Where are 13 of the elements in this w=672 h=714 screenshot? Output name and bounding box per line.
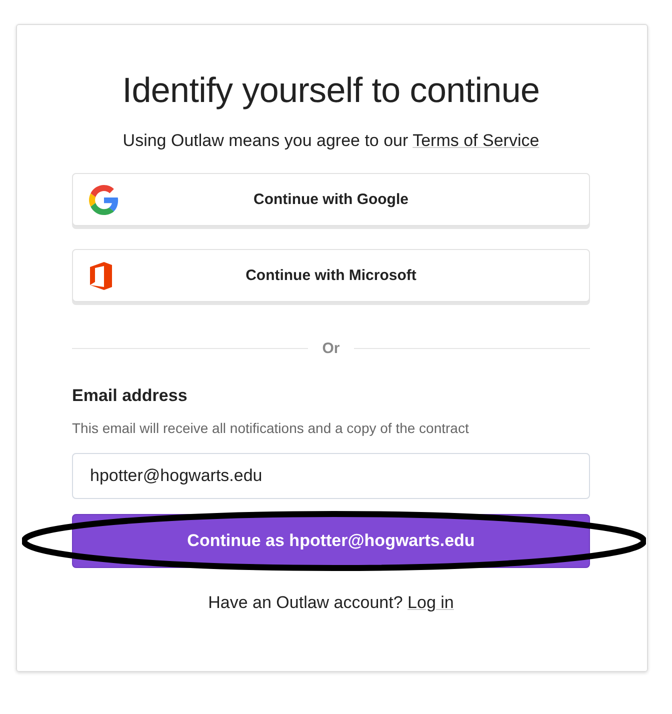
terms-link[interactable]: Terms of Service: [412, 131, 540, 150]
login-prompt: Have an Outlaw account? Log in: [207, 593, 455, 613]
sign-in-button[interactable]: Continue with Google: [72, 173, 590, 226]
office-logo-icon: [89, 262, 113, 290]
divider-label: Or: [322, 340, 340, 357]
terms-text: Using Outlaw means you agree to our Terms of Service: [122, 131, 540, 151]
email-field[interactable]: hpotter@hogwarts.edu: [72, 453, 590, 499]
google-logo-icon: [89, 184, 119, 214]
email-hint: This email will receive all notifications and a copy of the contract: [72, 420, 470, 436]
email-label: Email address: [72, 386, 188, 406]
login-link[interactable]: Log in: [408, 593, 454, 612]
sign-in-button[interactable]: Continue with Microsoft: [72, 249, 590, 302]
page-title: Identify yourself to continue: [121, 71, 541, 111]
